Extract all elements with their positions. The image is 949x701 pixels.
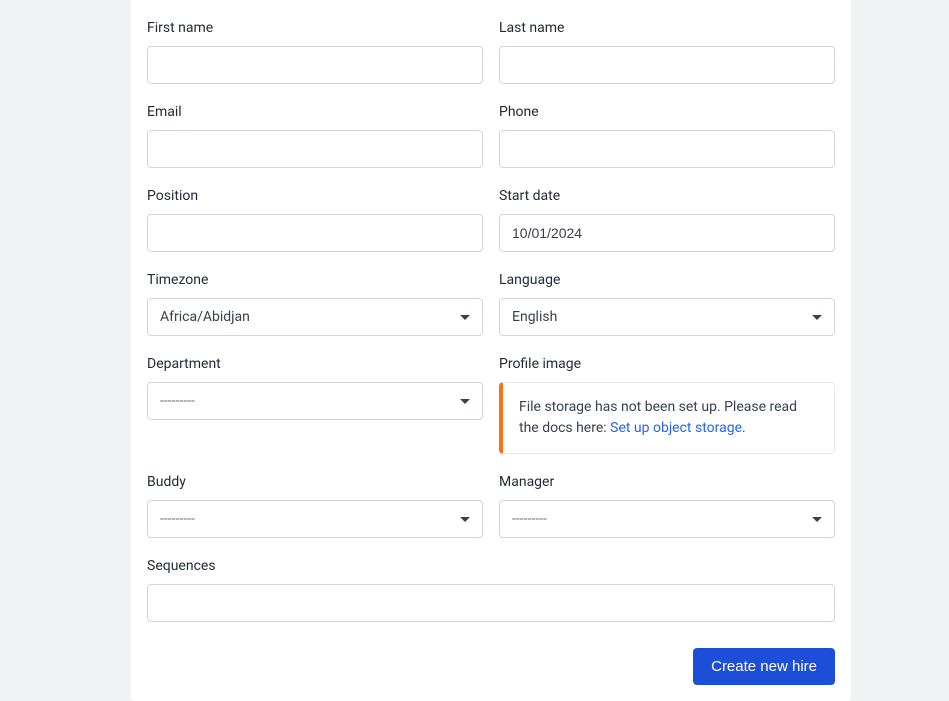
new-hire-form-card: First name Last name Email Phone Positio… — [131, 0, 851, 701]
last-name-input[interactable] — [499, 46, 835, 84]
timezone-value: Africa/Abidjan — [160, 309, 250, 325]
position-input[interactable] — [147, 214, 483, 252]
timezone-select[interactable]: Africa/Abidjan — [147, 298, 483, 336]
department-label: Department — [147, 356, 483, 372]
timezone-label: Timezone — [147, 272, 483, 288]
field-last-name: Last name — [499, 20, 835, 84]
form-grid: First name Last name Email Phone Positio… — [147, 20, 835, 685]
department-select[interactable]: --------- — [147, 382, 483, 420]
phone-input[interactable] — [499, 130, 835, 168]
caret-down-icon — [812, 517, 822, 522]
sequences-input[interactable] — [147, 584, 835, 622]
notice-link[interactable]: Set up object storage — [610, 420, 742, 436]
phone-label: Phone — [499, 104, 835, 120]
email-input[interactable] — [147, 130, 483, 168]
caret-down-icon — [460, 399, 470, 404]
button-row: Create new hire — [147, 648, 835, 685]
buddy-select[interactable]: --------- — [147, 500, 483, 538]
field-phone: Phone — [499, 104, 835, 168]
field-department: Department --------- — [147, 356, 483, 454]
caret-down-icon — [460, 315, 470, 320]
field-first-name: First name — [147, 20, 483, 84]
last-name-label: Last name — [499, 20, 835, 36]
field-start-date: Start date — [499, 188, 835, 252]
field-email: Email — [147, 104, 483, 168]
manager-value: --------- — [512, 511, 547, 527]
position-label: Position — [147, 188, 483, 204]
field-profile-image: Profile image File storage has not been … — [499, 356, 835, 454]
field-language: Language English — [499, 272, 835, 336]
field-manager: Manager --------- — [499, 474, 835, 538]
email-label: Email — [147, 104, 483, 120]
field-position: Position — [147, 188, 483, 252]
department-value: --------- — [160, 393, 195, 409]
profile-image-notice: File storage has not been set up. Please… — [499, 382, 835, 454]
profile-image-label: Profile image — [499, 356, 835, 372]
language-label: Language — [499, 272, 835, 288]
start-date-input[interactable] — [499, 214, 835, 252]
start-date-label: Start date — [499, 188, 835, 204]
first-name-label: First name — [147, 20, 483, 36]
sequences-label: Sequences — [147, 558, 835, 574]
buddy-label: Buddy — [147, 474, 483, 490]
language-select[interactable]: English — [499, 298, 835, 336]
buddy-value: --------- — [160, 511, 195, 527]
manager-label: Manager — [499, 474, 835, 490]
notice-text-post: . — [742, 420, 746, 436]
caret-down-icon — [460, 517, 470, 522]
caret-down-icon — [812, 315, 822, 320]
first-name-input[interactable] — [147, 46, 483, 84]
field-buddy: Buddy --------- — [147, 474, 483, 538]
manager-select[interactable]: --------- — [499, 500, 835, 538]
create-new-hire-button[interactable]: Create new hire — [693, 648, 835, 685]
language-value: English — [512, 309, 557, 325]
field-sequences: Sequences — [147, 558, 835, 622]
field-timezone: Timezone Africa/Abidjan — [147, 272, 483, 336]
